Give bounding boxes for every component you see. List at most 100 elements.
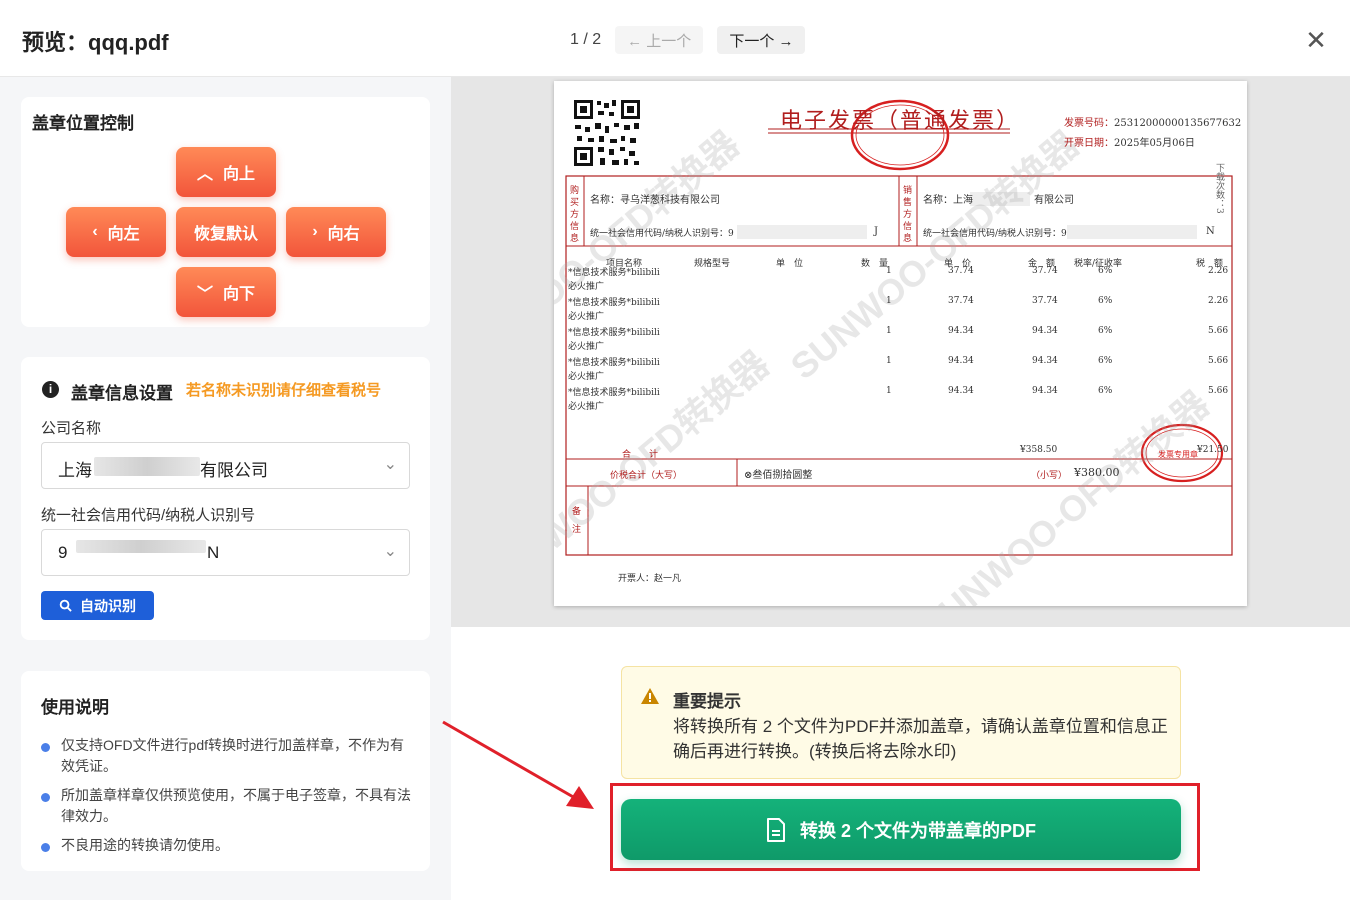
move-up-button[interactable]: ︿ 向上 [176, 147, 276, 197]
grand-small-label: （小写） [1031, 471, 1068, 481]
tax-id-value-start: 9 [58, 543, 68, 562]
item-amount: 94.34 [1032, 326, 1058, 336]
info-icon: i [42, 381, 59, 398]
total-tax: ¥21.50 [1197, 445, 1229, 455]
item-qty: 1 [886, 356, 892, 366]
position-control-title: 盖章位置控制 [32, 114, 134, 133]
tax-id-select[interactable]: 9 N ⌄ [41, 529, 410, 576]
seller-side-label: 销售方信息 [903, 186, 913, 244]
item-tax: 2.26 [1208, 296, 1229, 306]
invoice-no-value: 25312000000135677632 [1114, 118, 1242, 129]
chevron-down-icon: ﹀ [196, 286, 213, 303]
move-up-label: 向上 [223, 166, 256, 183]
instructions-card: 使用说明 仅支持OFD文件进行pdf转换时进行加盖样章，不作为有效凭证。 所加盖… [21, 671, 430, 871]
reset-label: 恢复默认 [193, 226, 258, 243]
company-value-end: 有限公司 [200, 461, 268, 480]
invoice-preview-area: SUNWOO-OFD转换器 SUNWOO-OFD转换器 SUNWOO-OFD转换… [451, 77, 1350, 627]
seal-info-title: 盖章信息设置 [71, 384, 173, 403]
seller-tax-id: 统一社会信用代码/纳税人识别号：9 [923, 229, 1067, 239]
move-right-button[interactable]: › 向右 [286, 207, 386, 257]
bullet-icon [41, 743, 50, 752]
item-qty: 1 [886, 296, 892, 306]
bullet-icon [41, 793, 50, 802]
chevron-down-icon: ⌄ [383, 456, 397, 473]
reset-default-button[interactable]: 恢复默认 [176, 207, 276, 257]
item-name: *信息技术服务*bilibili 必火推广 [568, 358, 660, 382]
qr-code-icon [573, 99, 641, 167]
warning-icon [641, 688, 659, 704]
move-left-button[interactable]: ‹ 向左 [66, 207, 166, 257]
invoice-no-label: 发票号码： [1064, 118, 1114, 129]
convert-button-label: 转换 2 个文件为带盖章的PDF [799, 820, 1036, 841]
buyer-tax-id-end: J [874, 226, 879, 237]
download-count: 下载次数：3 [1214, 163, 1224, 214]
seller-name-end: 有限公司 [1034, 195, 1074, 206]
page-counter: 1 / 2 [570, 31, 602, 48]
move-down-label: 向下 [223, 286, 256, 303]
item-amount: 94.34 [1032, 356, 1058, 366]
grand-total-small: ¥380.00 [1074, 466, 1120, 479]
item-name: *信息技术服务*bilibili 必火推广 [568, 328, 660, 352]
move-left-label: 向左 [107, 226, 140, 243]
list-item: 仅支持OFD文件进行pdf转换时进行加盖样章，不作为有效凭证。 [41, 735, 413, 777]
item-rate: 6% [1098, 386, 1113, 396]
close-icon[interactable]: ✕ [1302, 26, 1330, 54]
invoice-page: SUNWOO-OFD转换器 SUNWOO-OFD转换器 SUNWOO-OFD转换… [554, 81, 1247, 606]
item-rate: 6% [1098, 326, 1113, 336]
chevron-down-icon: ⌄ [383, 543, 397, 560]
invoice-date-value: 2025年05月06日 [1114, 138, 1195, 149]
grand-total-upper: ⊗叁佰捌拾圆整 [744, 470, 813, 481]
instructions-list: 仅支持OFD文件进行pdf转换时进行加盖样章，不作为有效凭证。 所加盖章样章仅供… [41, 735, 413, 864]
table-row: *信息技术服务*bilibili 必火推广 1 94.34 94.34 6% 5.… [568, 326, 1232, 356]
bullet-icon [41, 843, 50, 852]
prev-button[interactable]: ← 上一个 [615, 26, 704, 54]
redacted-block [76, 540, 206, 553]
redacted-block [94, 457, 200, 476]
item-name: *信息技术服务*bilibili 必火推广 [568, 298, 660, 322]
item-qty: 1 [886, 326, 892, 336]
instruction-text: 所加盖章样章仅供预览使用，不属于电子签章，不具有法律效力。 [61, 787, 411, 824]
seal-info-card: i 盖章信息设置 若名称未识别请仔细查看税号 公司名称 上海 有限公司 ⌄ 统一… [21, 357, 430, 640]
remark-label: 备注 [572, 507, 582, 535]
invoice-date: 开票日期：2025年05月06日 [1064, 134, 1195, 149]
chevron-left-icon: ‹ [92, 223, 98, 240]
document-icon [766, 817, 785, 842]
item-amount: 37.74 [1032, 296, 1058, 306]
next-button[interactable]: 下一个 → [717, 26, 806, 54]
buyer-side-label: 购买方信息 [570, 186, 580, 244]
issuer: 开票人：赵一凡 [618, 574, 682, 584]
convert-button[interactable]: 转换 2 个文件为带盖章的PDF [621, 799, 1181, 860]
buyer-name: 名称：寻乌洋葱科技有限公司 [590, 195, 720, 206]
total-amount: ¥358.50 [1020, 445, 1058, 455]
item-price: 37.74 [948, 296, 974, 306]
company-value-start: 上海 [58, 461, 92, 480]
company-select[interactable]: 上海 有限公司 ⌄ [41, 442, 410, 489]
pager: 1 / 2 ← 上一个 下一个 → [570, 26, 806, 54]
position-control-card: 盖章位置控制 ︿ 向上 ‹ 向左 恢复默认 › 向右 ﹀ 向下 [21, 97, 430, 327]
item-tax: 5.66 [1208, 356, 1229, 366]
table-row: *信息技术服务*bilibili 必火推广 1 37.74 37.74 6% 2.… [568, 296, 1232, 326]
buyer-tax-id: 统一社会信用代码/纳税人识别号：9 [590, 229, 734, 239]
table-row: *信息技术服务*bilibili 必火推广 1 37.74 37.74 6% 2.… [568, 266, 1232, 296]
table-row: *信息技术服务*bilibili 必火推广 1 94.34 94.34 6% 5.… [568, 356, 1232, 386]
seal-info-hint: 若名称未识别请仔细查看税号 [186, 382, 382, 399]
company-label: 公司名称 [41, 420, 102, 437]
instructions-title: 使用说明 [41, 698, 109, 717]
warning-title: 重要提示 [673, 692, 741, 711]
auto-detect-label: 自动识别 [80, 597, 136, 614]
table-row: *信息技术服务*bilibili 必火推广 1 94.34 94.34 6% 5.… [568, 386, 1232, 416]
item-name: *信息技术服务*bilibili 必火推广 [568, 388, 660, 412]
tax-id-label: 统一社会信用代码/纳税人识别号 [41, 507, 256, 524]
dialog-header: 预览：qqq.pdf 1 / 2 ← 上一个 下一个 → ✕ [0, 0, 1350, 77]
item-name: *信息技术服务*bilibili 必火推广 [568, 268, 660, 292]
chevron-right-icon: › [312, 223, 318, 240]
move-down-button[interactable]: ﹀ 向下 [176, 267, 276, 317]
tax-id-value-end: N [207, 543, 220, 562]
invoice-title: 电子发票（普通发票） [780, 109, 1021, 134]
dialog-title: 预览：qqq.pdf [22, 30, 169, 55]
auto-detect-button[interactable]: 自动识别 [41, 591, 154, 620]
list-item: 所加盖章样章仅供预览使用，不属于电子签章，不具有法律效力。 [41, 785, 413, 827]
item-qty: 1 [886, 266, 892, 276]
item-tax: 5.66 [1208, 386, 1229, 396]
instruction-text: 不良用途的转换请勿使用。 [61, 837, 229, 853]
